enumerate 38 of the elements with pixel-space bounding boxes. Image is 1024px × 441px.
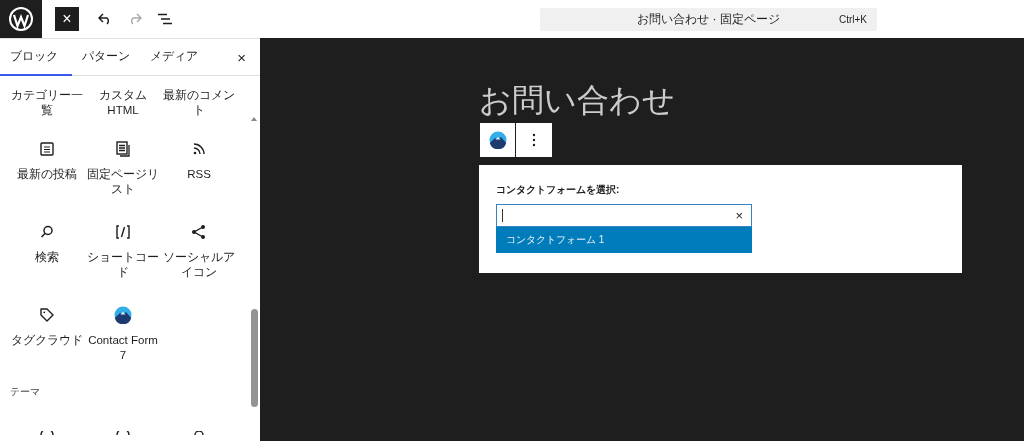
block-label[interactable]: カテゴリー一覧 — [9, 88, 85, 118]
tag-icon — [38, 306, 56, 324]
input-field[interactable]: × — [496, 204, 752, 227]
shortcode-icon — [114, 223, 132, 241]
form-block[interactable]: コンタクトフォームを選択: × コンタクトフォーム 1 — [479, 165, 962, 273]
mountain-icon — [114, 306, 132, 324]
share-icon — [190, 223, 208, 241]
tab[interactable]: メディア — [140, 39, 208, 76]
block-type-button[interactable] — [480, 123, 516, 157]
command-bar[interactable]: お問い合わせ · 固定ページ Ctrl+K — [540, 7, 877, 31]
list-icon — [38, 140, 56, 158]
close-button[interactable]: × — [231, 39, 252, 75]
block-label[interactable]: カスタム HTML — [85, 88, 161, 118]
list-view-icon[interactable] — [158, 13, 172, 25]
close-button[interactable]: × — [55, 7, 79, 31]
scrollbar[interactable] — [251, 309, 258, 407]
document-icon — [114, 140, 132, 158]
page-title[interactable]: お問い合わせ — [479, 78, 675, 122]
block-label[interactable]: RSS — [161, 167, 237, 182]
field-label: コンタクトフォームを選択: — [496, 183, 621, 197]
tab[interactable]: パターン — [72, 39, 140, 76]
undo-icon[interactable] — [98, 13, 112, 25]
block-label[interactable]: 最新のコメント — [161, 88, 237, 118]
clear-button[interactable]: × — [735, 208, 743, 223]
more-icon — [532, 133, 536, 147]
wordpress-logo-icon[interactable] — [0, 0, 42, 38]
block-label[interactable]: ソーシャルアイコン — [161, 250, 237, 280]
text-cursor — [502, 209, 503, 222]
tab[interactable]: ブロック — [0, 39, 72, 76]
block-label[interactable]: タグクラウド — [9, 333, 85, 348]
block-label[interactable]: ショートコード — [85, 250, 161, 280]
block-label[interactable]: 固定ページリスト — [85, 167, 161, 197]
block-label[interactable]: 最新の投稿 — [9, 167, 85, 182]
block-label[interactable]: Contact Form 7 — [85, 333, 161, 363]
dropdown-option[interactable]: コンタクトフォーム 1 — [496, 227, 752, 253]
mountain-icon — [488, 131, 507, 149]
section-heading: テーマ — [10, 385, 41, 399]
block-label[interactable]: 検索 — [9, 250, 85, 265]
